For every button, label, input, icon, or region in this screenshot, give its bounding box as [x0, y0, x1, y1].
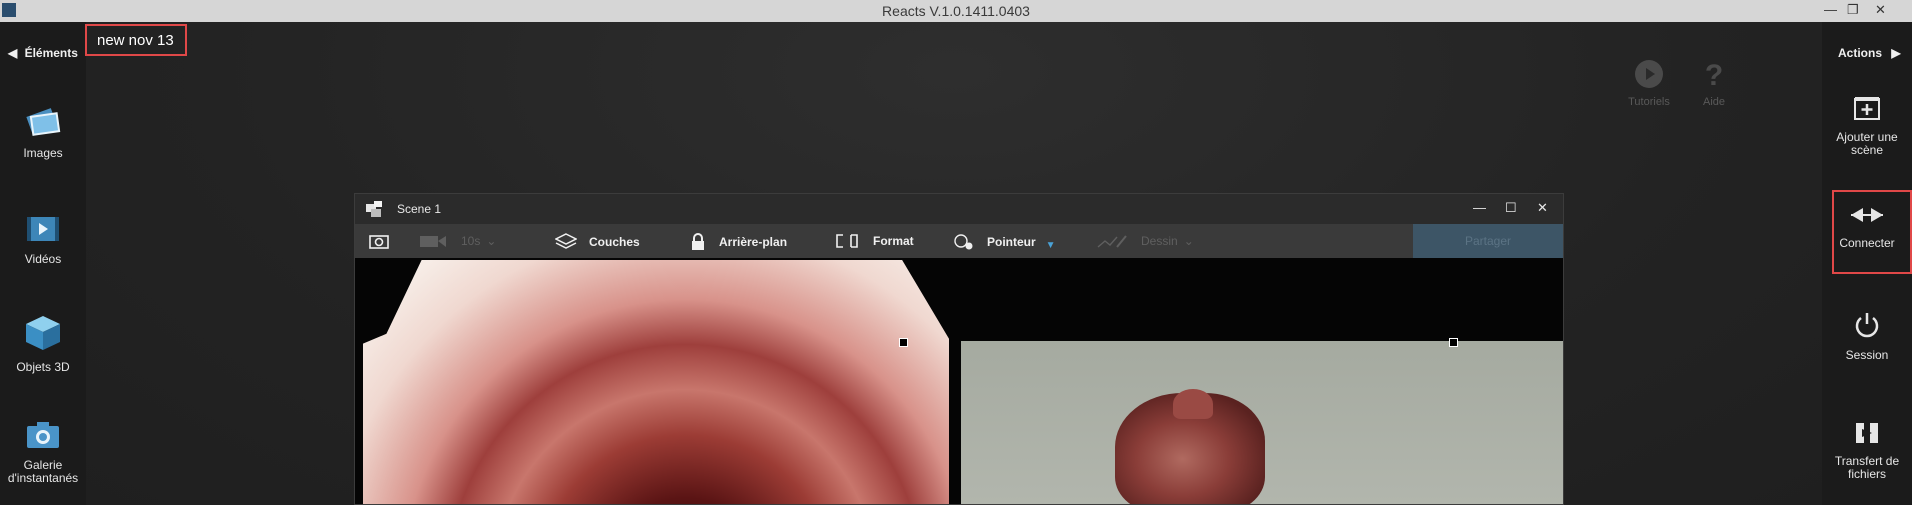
help-button[interactable]: ? Aide	[1684, 58, 1744, 108]
sidebar-item-snapshot-gallery[interactable]: Galerie d'instantanés	[0, 420, 88, 485]
scene-close-button[interactable]: ✕	[1537, 200, 1548, 216]
sidebar-item-label: Vidéos	[24, 252, 62, 266]
layers-button[interactable]: Couches	[555, 233, 640, 251]
sidebar-item-label: Images	[23, 146, 63, 160]
heart-model-view[interactable]	[961, 341, 1563, 504]
scene-window: Scene 1 — ☐ ✕ 10s ⌄ Couches Arrière-plan…	[354, 193, 1564, 505]
power-icon	[1855, 313, 1879, 338]
window-titlebar: Reacts V.1.0.1411.0403 — ❐ ✕	[0, 0, 1912, 22]
pointer-button[interactable]: Pointeur ▼	[953, 233, 1056, 251]
elements-header: Éléments	[24, 46, 78, 60]
format-label: Format	[873, 234, 914, 248]
endoscopy-image[interactable]	[363, 260, 949, 504]
scene-icon	[366, 201, 382, 217]
document-name[interactable]: new nov 13	[85, 24, 187, 56]
layers-icon	[555, 233, 577, 249]
scene-titlebar[interactable]: Scene 1 — ☐ ✕	[355, 194, 1563, 224]
sidebar-item-videos[interactable]: Vidéos	[0, 214, 88, 266]
lock-icon	[692, 233, 704, 250]
restore-button[interactable]: ❐	[1847, 2, 1859, 18]
drawing-button[interactable]: Dessin ⌄	[1097, 233, 1194, 249]
help-label: Aide	[1702, 96, 1726, 108]
add-scene-label: Ajouter une scène	[1836, 130, 1898, 157]
sidebar-item-label: Galerie d'instantanés	[7, 458, 79, 485]
scene-canvas[interactable]	[355, 258, 1563, 504]
actions-toggle[interactable]: Actions ▶	[1838, 46, 1901, 60]
scene-maximize-button[interactable]: ☐	[1505, 200, 1517, 216]
pointer-label: Pointeur	[987, 235, 1036, 249]
record-video-button[interactable]: 10s ⌄	[419, 233, 496, 249]
resize-handle[interactable]	[1449, 338, 1458, 347]
background-label: Arrière-plan	[719, 235, 788, 249]
file-transfer-icon	[1856, 423, 1878, 443]
tutorials-label: Tutoriels	[1628, 96, 1670, 108]
scene-title: Scene 1	[397, 202, 442, 216]
resize-handle[interactable]	[899, 338, 908, 347]
pen-icon	[1097, 235, 1127, 248]
window-title: Reacts V.1.0.1411.0403	[882, 3, 1030, 19]
chevron-left-icon: ◀	[8, 46, 18, 60]
video-camera-icon	[420, 236, 446, 247]
left-sidebar: ◀ Éléments Images Vidéos Objets 3D Galer…	[0, 22, 86, 505]
chevron-down-icon: ⌄	[486, 234, 497, 248]
tutorials-button[interactable]: Tutoriels	[1619, 58, 1679, 108]
session-label: Session	[1845, 348, 1889, 362]
minimize-button[interactable]: —	[1824, 2, 1837, 17]
pointer-icon	[954, 234, 973, 250]
chevron-right-icon: ▶	[1891, 46, 1901, 60]
videos-icon	[27, 217, 59, 241]
add-scene-button[interactable]: Ajouter une scène	[1822, 94, 1912, 157]
sidebar-item-images[interactable]: Images	[0, 104, 88, 160]
cube-icon	[26, 316, 60, 350]
duration-select[interactable]: 10s	[461, 234, 480, 248]
question-mark-icon: ?	[1705, 59, 1723, 90]
chevron-down-icon: ⌄	[1183, 234, 1194, 248]
background-button[interactable]: Arrière-plan	[691, 233, 787, 251]
format-icon	[836, 234, 858, 248]
camera-icon	[369, 235, 389, 249]
drawing-label: Dessin	[1141, 234, 1178, 248]
play-circle-icon	[1635, 60, 1663, 88]
camera-icon	[27, 422, 59, 448]
caret-down-icon: ▼	[1045, 239, 1056, 251]
connect-highlight	[1832, 190, 1912, 274]
scene-toolbar: 10s ⌄ Couches Arrière-plan Format Pointe…	[355, 224, 1563, 258]
scene-minimize-button[interactable]: —	[1473, 200, 1486, 215]
actions-header: Actions	[1838, 46, 1883, 60]
sidebar-item-label: Objets 3D	[16, 360, 70, 374]
heart-aorta	[1173, 389, 1213, 419]
format-button[interactable]: Format	[835, 233, 914, 249]
file-transfer-button[interactable]: Transfert de fichiers	[1822, 420, 1912, 481]
sidebar-item-3d-objects[interactable]: Objets 3D	[0, 314, 88, 374]
share-button[interactable]: Partager	[1413, 224, 1563, 258]
layers-label: Couches	[589, 235, 640, 249]
images-icon	[26, 108, 61, 136]
file-transfer-label: Transfert de fichiers	[1834, 454, 1900, 481]
session-button[interactable]: Session	[1822, 310, 1912, 362]
add-scene-icon	[1854, 97, 1880, 120]
close-button[interactable]: ✕	[1875, 2, 1886, 18]
snapshot-button[interactable]	[369, 233, 389, 249]
svg-text:?: ?	[1705, 59, 1723, 90]
elements-toggle[interactable]: ◀ Éléments	[8, 46, 78, 60]
